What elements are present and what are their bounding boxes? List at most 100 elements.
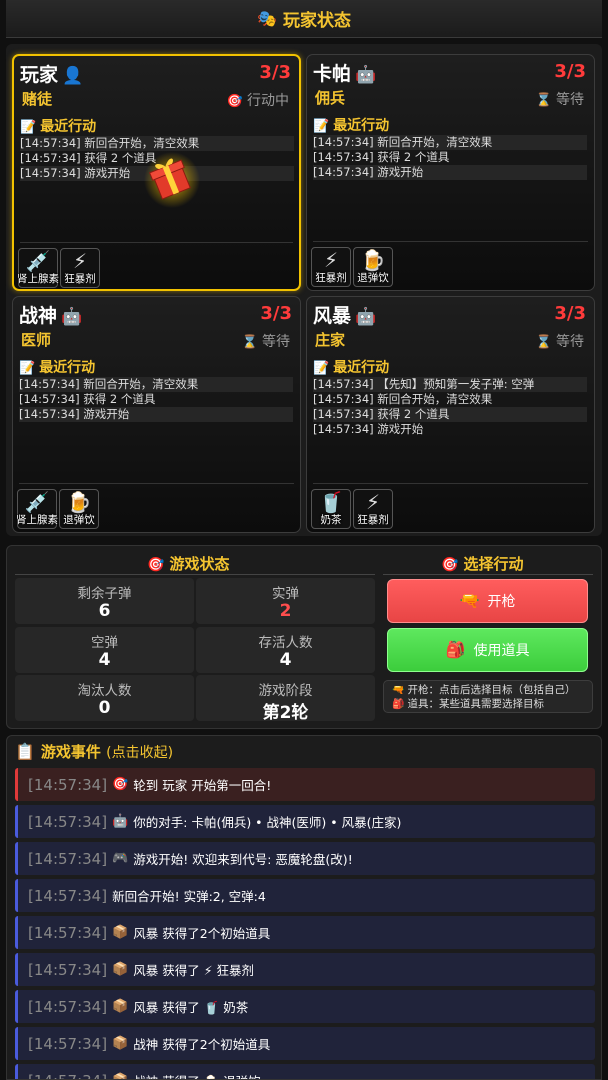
clipboard-icon: 📋 bbox=[15, 742, 35, 761]
use-item-button-label: 使用道具 bbox=[473, 643, 530, 659]
stat-game-phase: 游戏阶段 第2轮 bbox=[196, 675, 375, 723]
divider bbox=[313, 241, 588, 242]
event-text: 风暴 获得了 🥤 奶茶 bbox=[133, 1000, 249, 1015]
item-label: 退弹饮 bbox=[63, 514, 95, 526]
player-status: 🎯 行动中 bbox=[226, 93, 289, 109]
log-line: [14:57:34] 游戏开始 bbox=[313, 165, 587, 180]
fire-button-label: 开枪 bbox=[487, 594, 516, 610]
action-hint: 🔫 开枪：点击后选择目标（包括自己） 🎒 道具：某些道具需要选择目标 bbox=[383, 680, 593, 713]
stat-value: 0 bbox=[98, 698, 111, 718]
event-row: [14:57:34] 🤖 你的对手: 卡帕(佣兵) • 战神(医师) • 风暴(… bbox=[15, 805, 595, 838]
water-pistol-icon: 🔫 bbox=[392, 685, 405, 696]
event-text: 风暴 获得了2个初始道具 bbox=[133, 926, 271, 941]
masks-icon: 🎭 bbox=[257, 8, 277, 28]
recent-actions-title: 📝 最近行动 bbox=[313, 360, 390, 376]
robot-icon: 🤖 bbox=[112, 814, 129, 829]
stat-value: 4 bbox=[98, 650, 111, 670]
item-slot-berserk[interactable]: ⚡ 狂暴剂 bbox=[311, 247, 351, 287]
player-name: 卡帕 🤖 bbox=[313, 63, 377, 85]
event-row: [14:57:34] 📦 战神 获得了2个初始道具 bbox=[15, 1027, 595, 1060]
package-icon: 📦 bbox=[112, 1036, 129, 1051]
event-text: 新回合开始! 实弹:2, 空弹:4 bbox=[112, 889, 266, 904]
memo-icon: 📝 bbox=[20, 120, 37, 135]
event-text: 战神 获得了 🍺 退弹饮 bbox=[133, 1071, 261, 1079]
recent-actions-title: 📝 最近行动 bbox=[313, 118, 390, 134]
item-slot-eject-drink[interactable]: 🍺 退弹饮 bbox=[59, 489, 99, 529]
event-time: [14:57:34] bbox=[28, 997, 108, 1016]
target-icon: 🎯 bbox=[441, 557, 459, 573]
recent-actions-log: [14:57:34] 新回合开始，清空效果 [14:57:34] 获得 2 个道… bbox=[19, 377, 293, 422]
player-role: 医师 bbox=[21, 331, 52, 349]
stat-alive-count: 存活人数 4 bbox=[196, 627, 375, 673]
item-slots: ⚡ 狂暴剂 🍺 退弹饮 bbox=[311, 247, 393, 287]
log-line: [14:57:34] 获得 2 个道具 bbox=[313, 150, 450, 164]
divider bbox=[20, 242, 293, 243]
item-slots: 🥤 奶茶 ⚡ 狂暴剂 bbox=[311, 489, 393, 529]
recent-actions-log: [14:57:34] 新回合开始，清空效果 [14:57:34] 获得 2 个道… bbox=[20, 136, 294, 181]
person-icon: 👤 bbox=[62, 66, 84, 86]
water-pistol-icon: 🔫 bbox=[459, 591, 480, 610]
backpack-icon: 🎒 bbox=[445, 640, 466, 659]
choose-action-title: 🎯 选择行动 bbox=[441, 555, 524, 573]
package-icon: 📦 bbox=[112, 1074, 128, 1079]
item-slot-eject-drink[interactable]: 🍺 退弹饮 bbox=[353, 247, 393, 287]
log-line: [14:57:34] 获得 2 个道具 bbox=[19, 392, 156, 406]
player-card-player[interactable]: 玩家 👤 3/3 赌徒 🎯 行动中 📝 最近行动 [14:57:34] 新回合开始，清… bbox=[12, 54, 301, 291]
log-line: [14:57:34] 【先知】预知第一发子弹: 空弹 bbox=[313, 377, 587, 392]
log-line: [14:57:34] 游戏开始 bbox=[313, 422, 424, 436]
item-slots: 💉 肾上腺素 ⚡ 狂暴剂 bbox=[17, 248, 100, 288]
player-status: ⌛ 等待 bbox=[535, 92, 584, 108]
item-slot-berserk[interactable]: ⚡ 狂暴剂 bbox=[60, 248, 100, 288]
log-line: [14:57:34] 游戏开始 bbox=[20, 166, 294, 181]
game-events-panel: 📋 游戏事件 (点击收起) [14:57:34] 🎯 轮到 玩家 开始第一回合! … bbox=[6, 735, 602, 1080]
log-line: [14:57:34] 新回合开始，清空效果 bbox=[313, 392, 493, 406]
game-status-title: 🎯 游戏状态 bbox=[147, 555, 230, 573]
divider bbox=[15, 574, 375, 575]
package-icon: 📦 bbox=[112, 925, 129, 940]
item-slot-berserk[interactable]: ⚡ 狂暴剂 bbox=[353, 489, 393, 529]
hp-counter: 3/3 bbox=[259, 62, 291, 83]
player-card-kappa[interactable]: 卡帕 🤖 3/3 佣兵 ⌛ 等待 📝 最近行动 [14:57:34] 新回合开始，清空… bbox=[306, 54, 595, 291]
use-item-button[interactable]: 🎒 使用道具 bbox=[387, 628, 588, 672]
package-icon: 📦 bbox=[112, 999, 129, 1014]
item-slots: 💉 肾上腺素 🍺 退弹饮 bbox=[16, 489, 99, 529]
event-text: 战神 获得了2个初始道具 bbox=[133, 1037, 271, 1052]
player-card-storm[interactable]: 风暴 🤖 3/3 庄家 ⌛ 等待 📝 最近行动 [14:57:34] 【先知】预知第一… bbox=[306, 296, 595, 533]
divider bbox=[313, 483, 588, 484]
collapse-hint: (点击收起) bbox=[106, 745, 174, 761]
item-slot-adrenaline[interactable]: 💉 肾上腺素 bbox=[17, 248, 59, 288]
player-status: ⌛ 等待 bbox=[241, 334, 290, 350]
event-text: 你的对手: 卡帕(佣兵) • 战神(医师) • 风暴(庄家) bbox=[133, 815, 402, 830]
event-time: [14:57:34] bbox=[28, 960, 108, 979]
event-row: [14:57:34] 📦 战神 获得了 🍺 退弹饮 bbox=[15, 1064, 595, 1079]
recent-actions-title: 📝 最近行动 bbox=[19, 360, 96, 376]
event-row: [14:57:34] 🎮 游戏开始! 欢迎来到代号: 恶魔轮盘(改)! bbox=[15, 842, 595, 875]
fire-button[interactable]: 🔫 开枪 bbox=[387, 579, 588, 623]
gamepad-icon: 🎮 bbox=[112, 851, 129, 866]
item-slot-adrenaline[interactable]: 💉 肾上腺素 bbox=[16, 489, 58, 529]
robot-icon: 🤖 bbox=[355, 65, 377, 85]
player-card-ares[interactable]: 战神 🤖 3/3 医师 ⌛ 等待 📝 最近行动 [14:57:34] 新回合开始，清空… bbox=[12, 296, 301, 533]
item-label: 狂暴剂 bbox=[64, 273, 96, 285]
event-row: [14:57:34] 📦 风暴 获得了 🥤 奶茶 bbox=[15, 990, 595, 1023]
event-row: [14:57:34] 📦 风暴 获得了 ⚡ 狂暴剂 bbox=[15, 953, 595, 986]
item-slot-milk-tea[interactable]: 🥤 奶茶 bbox=[311, 489, 351, 529]
recent-actions-log: [14:57:34] 【先知】预知第一发子弹: 空弹 [14:57:34] 新回… bbox=[313, 377, 587, 437]
stat-label: 空弹 bbox=[91, 635, 118, 651]
panel-header: 🎭 玩家状态 bbox=[6, 0, 602, 38]
event-time: [14:57:34] bbox=[28, 1034, 108, 1053]
event-time: [14:57:34] bbox=[28, 775, 108, 794]
stat-label: 淘汰人数 bbox=[77, 683, 132, 699]
divider bbox=[19, 483, 294, 484]
stat-blank-rounds: 空弹 4 bbox=[15, 627, 194, 673]
divider bbox=[383, 574, 593, 575]
events-toggle[interactable]: 📋 游戏事件 (点击收起) bbox=[15, 741, 173, 762]
hourglass-icon: ⌛ bbox=[535, 93, 552, 108]
hp-counter: 3/3 bbox=[554, 303, 586, 324]
memo-icon: 📝 bbox=[313, 119, 330, 134]
stat-label: 游戏阶段 bbox=[258, 683, 313, 699]
panel-title: 玩家状态 bbox=[282, 11, 351, 31]
item-label: 狂暴剂 bbox=[357, 514, 389, 526]
backpack-icon: 🎒 bbox=[392, 699, 405, 710]
log-line: [14:57:34] 新回合开始，清空效果 bbox=[20, 136, 294, 151]
